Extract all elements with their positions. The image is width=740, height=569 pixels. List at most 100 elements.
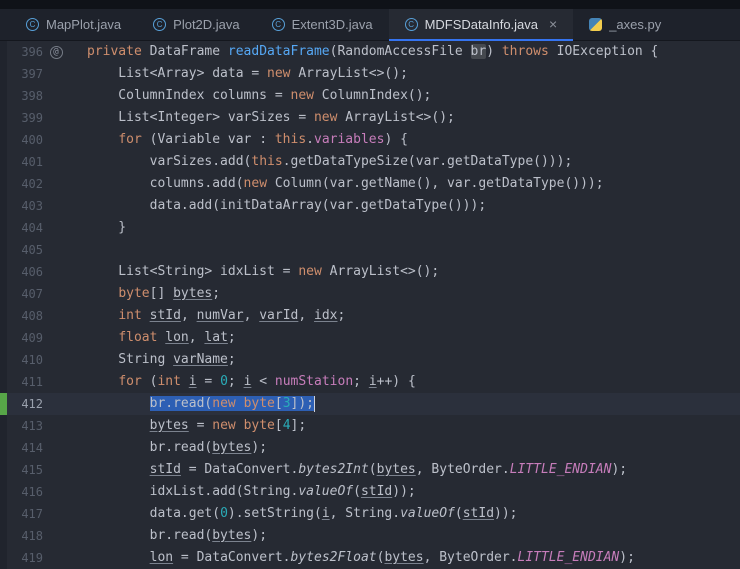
code-line[interactable]: 410 String varName; xyxy=(0,349,740,371)
code-line[interactable]: 419 lon = DataConvert.bytes2Float(bytes,… xyxy=(0,547,740,569)
gutter[interactable]: 406 xyxy=(7,261,75,283)
code-line[interactable]: 411 for (int i = 0; i < numStation; i++)… xyxy=(0,371,740,393)
code-line-text[interactable]: varSizes.add(this.getDataTypeSize(var.ge… xyxy=(75,151,572,173)
gutter[interactable]: 400 xyxy=(7,129,75,151)
code-line[interactable]: 398 ColumnIndex columns = new ColumnInde… xyxy=(0,85,740,107)
line-number[interactable]: 413 xyxy=(7,415,43,437)
code-line-text[interactable]: List<Array> data = new ArrayList<>(); xyxy=(75,63,408,85)
code-line[interactable]: 409 float lon, lat; xyxy=(0,327,740,349)
code-line[interactable]: 396 @ private DataFrame readDataFrame(Rand… xyxy=(0,41,740,63)
gutter[interactable]: 413 xyxy=(7,415,75,437)
code-line-text[interactable]: private DataFrame readDataFrame(RandomAc… xyxy=(75,41,658,63)
gutter[interactable]: 412 xyxy=(7,393,75,415)
gutter[interactable]: 396 @ xyxy=(7,41,75,63)
gutter[interactable]: 405 xyxy=(7,239,75,261)
gutter[interactable]: 416 xyxy=(7,481,75,503)
line-number[interactable]: 405 xyxy=(7,239,43,261)
gutter[interactable]: 398 xyxy=(7,85,75,107)
code-line[interactable]: 407 byte[] bytes; xyxy=(0,283,740,305)
code-line-text[interactable]: data.get(0).setString(i, String.valueOf(… xyxy=(75,503,518,525)
line-number[interactable]: 418 xyxy=(7,525,43,547)
code-line-text[interactable]: for (Variable var : this.variables) { xyxy=(75,129,408,151)
code-line-text[interactable]: lon = DataConvert.bytes2Float(bytes, Byt… xyxy=(75,547,635,569)
tab-plot2d-java[interactable]: CPlot2D.java xyxy=(137,9,255,40)
gutter[interactable]: 408 xyxy=(7,305,75,327)
line-number[interactable]: 416 xyxy=(7,481,43,503)
line-number[interactable]: 407 xyxy=(7,283,43,305)
gutter[interactable]: 410 xyxy=(7,349,75,371)
tab-extent3d-java[interactable]: CExtent3D.java xyxy=(256,9,389,40)
code-line[interactable]: 416 idxList.add(String.valueOf(stId)); xyxy=(0,481,740,503)
code-line[interactable]: 399 List<Integer> varSizes = new ArrayLi… xyxy=(0,107,740,129)
code-line-text[interactable]: br.read(bytes); xyxy=(75,437,267,459)
gutter[interactable]: 399 xyxy=(7,107,75,129)
code-line[interactable]: 401 varSizes.add(this.getDataTypeSize(va… xyxy=(0,151,740,173)
code-line-text[interactable]: columns.add(new Column(var.getName(), va… xyxy=(75,173,604,195)
code-line-text[interactable]: List<Integer> varSizes = new ArrayList<>… xyxy=(75,107,455,129)
code-line-text[interactable]: data.add(initDataArray(var.getDataType()… xyxy=(75,195,486,217)
code-line-text[interactable]: float lon, lat; xyxy=(75,327,236,349)
gutter[interactable]: 417 xyxy=(7,503,75,525)
gutter[interactable]: 419 xyxy=(7,547,75,569)
line-number[interactable]: 417 xyxy=(7,503,43,525)
line-number[interactable]: 419 xyxy=(7,547,43,569)
gutter[interactable]: 404 xyxy=(7,217,75,239)
line-number[interactable]: 398 xyxy=(7,85,43,107)
code-line[interactable]: 417 data.get(0).setString(i, String.valu… xyxy=(0,503,740,525)
code-line[interactable]: 412 br.read(new byte[3]); xyxy=(0,393,740,415)
code-line-text[interactable]: String varName; xyxy=(75,349,236,371)
line-number[interactable]: 397 xyxy=(7,63,43,85)
tab--axes-py[interactable]: _axes.py xyxy=(573,9,677,40)
code-line-text[interactable]: List<String> idxList = new ArrayList<>()… xyxy=(75,261,439,283)
gutter[interactable]: 402 xyxy=(7,173,75,195)
line-number[interactable]: 400 xyxy=(7,129,43,151)
code-line-text[interactable]: idxList.add(String.valueOf(stId)); xyxy=(75,481,416,503)
code-editor[interactable]: 396 @ private DataFrame readDataFrame(Rand… xyxy=(0,41,740,569)
code-line[interactable]: 418 br.read(bytes); xyxy=(0,525,740,547)
code-line[interactable]: 406 List<String> idxList = new ArrayList… xyxy=(0,261,740,283)
gutter[interactable]: 415 xyxy=(7,459,75,481)
code-line[interactable]: 397 List<Array> data = new ArrayList<>()… xyxy=(0,63,740,85)
code-line[interactable]: 408 int stId, numVar, varId, idx; xyxy=(0,305,740,327)
annotation-gutter-icon[interactable]: @ xyxy=(50,46,63,59)
code-line[interactable]: 405 xyxy=(0,239,740,261)
code-line[interactable]: 414 br.read(bytes); xyxy=(0,437,740,459)
code-line[interactable]: 415 stId = DataConvert.bytes2Int(bytes, … xyxy=(0,459,740,481)
line-number[interactable]: 410 xyxy=(7,349,43,371)
line-number[interactable]: 414 xyxy=(7,437,43,459)
tab-mapplot-java[interactable]: CMapPlot.java xyxy=(10,9,137,40)
code-line-text[interactable]: bytes = new byte[4]; xyxy=(75,415,306,437)
gutter[interactable]: 418 xyxy=(7,525,75,547)
line-number[interactable]: 396 xyxy=(7,41,43,63)
line-number[interactable]: 402 xyxy=(7,173,43,195)
line-number[interactable]: 411 xyxy=(7,371,43,393)
line-number[interactable]: 412 xyxy=(7,393,43,415)
code-line-text[interactable]: int stId, numVar, varId, idx; xyxy=(75,305,345,327)
code-line-text[interactable]: for (int i = 0; i < numStation; i++) { xyxy=(75,371,416,393)
code-line-text[interactable]: stId = DataConvert.bytes2Int(bytes, Byte… xyxy=(75,459,627,481)
gutter[interactable]: 397 xyxy=(7,63,75,85)
code-line[interactable]: 403 data.add(initDataArray(var.getDataTy… xyxy=(0,195,740,217)
gutter[interactable]: 407 xyxy=(7,283,75,305)
line-number[interactable]: 409 xyxy=(7,327,43,349)
code-line-text[interactable]: } xyxy=(75,217,126,239)
code-line-text[interactable]: br.read(bytes); xyxy=(75,525,267,547)
code-line[interactable]: 402 columns.add(new Column(var.getName()… xyxy=(0,173,740,195)
code-line-text[interactable]: br.read(new byte[3]); xyxy=(75,393,315,415)
line-number[interactable]: 401 xyxy=(7,151,43,173)
tab-close-icon[interactable]: × xyxy=(549,18,557,31)
line-number[interactable]: 406 xyxy=(7,261,43,283)
code-line-text[interactable]: ColumnIndex columns = new ColumnIndex(); xyxy=(75,85,431,107)
gutter[interactable]: 411 xyxy=(7,371,75,393)
line-number[interactable]: 408 xyxy=(7,305,43,327)
gutter[interactable]: 414 xyxy=(7,437,75,459)
line-number[interactable]: 404 xyxy=(7,217,43,239)
code-line-text[interactable]: byte[] bytes; xyxy=(75,283,220,305)
code-line-text[interactable] xyxy=(75,239,87,261)
code-line[interactable]: 404 } xyxy=(0,217,740,239)
gutter[interactable]: 401 xyxy=(7,151,75,173)
tab-mdfsdatainfo-java[interactable]: CMDFSDataInfo.java× xyxy=(389,9,574,40)
line-number[interactable]: 403 xyxy=(7,195,43,217)
code-line[interactable]: 413 bytes = new byte[4]; xyxy=(0,415,740,437)
line-number[interactable]: 399 xyxy=(7,107,43,129)
